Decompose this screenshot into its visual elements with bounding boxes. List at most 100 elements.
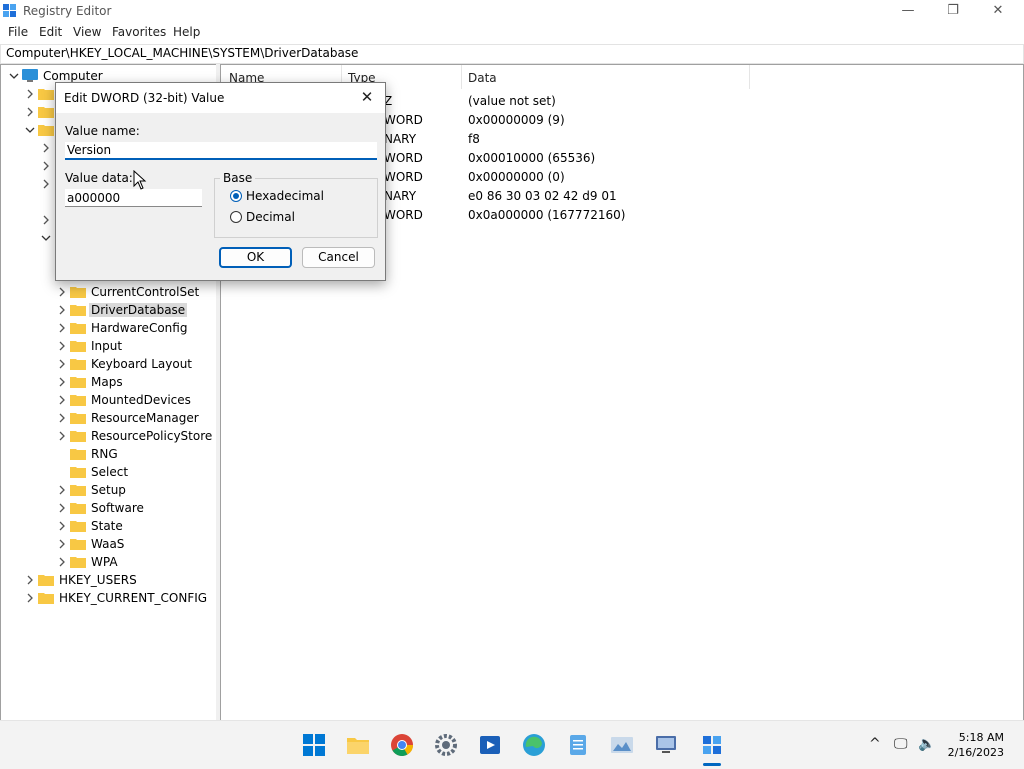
decimal-radio[interactable] <box>230 211 242 223</box>
chevron-right-icon[interactable] <box>57 287 67 297</box>
edge-icon[interactable] <box>522 733 546 757</box>
active-app-indicator <box>703 763 721 766</box>
media-player-icon[interactable] <box>478 733 502 757</box>
column-separator[interactable] <box>461 65 462 89</box>
chevron-right-icon[interactable] <box>57 557 67 567</box>
chevron-right-icon[interactable] <box>41 179 51 189</box>
folder-icon <box>70 377 86 388</box>
tree-item-rng[interactable]: RNG <box>1 445 211 463</box>
remote-desktop-icon[interactable] <box>654 733 678 757</box>
tree-item-currentcontrolset[interactable]: CurrentControlSet <box>1 283 211 301</box>
registry-editor-icon <box>3 4 16 17</box>
tree-item-hkey-current-config[interactable]: HKEY_CURRENT_CONFIG <box>1 589 211 607</box>
tree-item-wpa[interactable]: WPA <box>1 553 211 571</box>
file-explorer-icon[interactable] <box>346 733 370 757</box>
clock-time: 5:18 AM <box>958 731 1004 744</box>
menu-favorites[interactable]: Favorites <box>112 25 166 39</box>
chevron-right-icon[interactable] <box>57 377 67 387</box>
settings-icon[interactable] <box>434 733 458 757</box>
value-data-label: Value data: <box>65 171 133 185</box>
chevron-right-icon[interactable] <box>57 431 67 441</box>
value-data-cell: e0 86 30 03 02 42 d9 01 <box>468 189 617 203</box>
tree-item-driverdatabase[interactable]: DriverDatabase <box>1 301 211 319</box>
chevron-right-icon[interactable] <box>25 593 35 603</box>
hexadecimal-label[interactable]: Hexadecimal <box>246 189 324 203</box>
photos-icon[interactable] <box>610 733 634 757</box>
chevron-right-icon[interactable] <box>41 143 51 153</box>
menu-edit[interactable]: Edit <box>39 25 62 39</box>
chevron-right-icon[interactable] <box>57 341 67 351</box>
dialog-close-button[interactable]: ✕ <box>357 87 377 107</box>
dialog-title-bar[interactable]: Edit DWORD (32-bit) Value ✕ <box>56 83 385 113</box>
decimal-label[interactable]: Decimal <box>246 210 295 224</box>
chevron-right-icon[interactable] <box>57 485 67 495</box>
tree-item-resourcemanager[interactable]: ResourceManager <box>1 409 211 427</box>
value-name-field[interactable] <box>65 142 377 160</box>
tree-item-software[interactable]: Software <box>1 499 211 517</box>
menu-file[interactable]: File <box>8 25 28 39</box>
chevron-down-icon[interactable] <box>25 125 35 135</box>
chevron-right-icon[interactable] <box>25 89 35 99</box>
chevron-right-icon[interactable] <box>57 539 67 549</box>
title-bar: Registry Editor — ❐ ✕ <box>0 0 1024 22</box>
show-hidden-icons-chevron-icon[interactable]: ^ <box>869 736 881 752</box>
folder-icon <box>38 89 54 100</box>
clock[interactable]: 5:18 AM 2/16/2023 <box>948 730 1004 760</box>
tree-item-select[interactable]: Select <box>1 463 211 481</box>
chevron-right-icon[interactable] <box>25 107 35 117</box>
folder-icon <box>70 467 86 478</box>
close-button[interactable]: ✕ <box>983 2 1013 20</box>
chevron-right-icon[interactable] <box>57 521 67 531</box>
network-icon[interactable]: 🖵 <box>894 736 908 752</box>
value-data-cell: (value not set) <box>468 94 556 108</box>
chevron-right-icon[interactable] <box>57 359 67 369</box>
folder-icon <box>70 539 86 550</box>
value-type-cell: NARY <box>384 132 417 146</box>
mouse-cursor-icon <box>133 170 147 190</box>
address-bar[interactable]: Computer\HKEY_LOCAL_MACHINE\SYSTEM\Drive… <box>0 44 1024 64</box>
start-icon[interactable] <box>302 733 326 757</box>
menu-help[interactable]: Help <box>173 25 200 39</box>
tree-item-resourcepolicystore[interactable]: ResourcePolicyStore <box>1 427 212 445</box>
tree-item-waas[interactable]: WaaS <box>1 535 211 553</box>
tree-item-hkey-users[interactable]: HKEY_USERS <box>1 571 211 589</box>
notepad-icon[interactable] <box>566 733 590 757</box>
tree-item-mounteddevices[interactable]: MountedDevices <box>1 391 211 409</box>
tree-label: Keyboard Layout <box>91 357 193 371</box>
chevron-right-icon[interactable] <box>25 575 35 585</box>
folder-icon <box>70 413 86 424</box>
menu-view[interactable]: View <box>73 25 101 39</box>
chevron-right-icon[interactable] <box>57 323 67 333</box>
chevron-right-icon[interactable] <box>41 161 51 171</box>
value-data-field[interactable] <box>65 189 202 207</box>
tree-item-setup[interactable]: Setup <box>1 481 211 499</box>
column-header-data[interactable]: Data <box>468 71 497 85</box>
tree-item-maps[interactable]: Maps <box>1 373 211 391</box>
column-separator[interactable] <box>749 65 750 89</box>
tree-label: HardwareConfig <box>91 321 188 335</box>
chevron-down-icon[interactable] <box>9 71 19 81</box>
chrome-icon[interactable] <box>390 733 414 757</box>
folder-icon <box>70 341 86 352</box>
minimize-button[interactable]: — <box>893 2 923 20</box>
restore-button[interactable]: ❐ <box>938 2 968 20</box>
cancel-button[interactable]: Cancel <box>302 247 375 268</box>
chevron-down-icon[interactable] <box>41 233 51 243</box>
tree-item-hardwareconfig[interactable]: HardwareConfig <box>1 319 211 337</box>
chevron-right-icon[interactable] <box>57 305 67 315</box>
tree-item-state[interactable]: State <box>1 517 211 535</box>
volume-icon[interactable]: 🔈 <box>918 736 935 752</box>
tree-item-keyboard-layout[interactable]: Keyboard Layout <box>1 355 211 373</box>
folder-icon <box>70 485 86 496</box>
edit-dword-dialog: Edit DWORD (32-bit) Value ✕ Value name: … <box>55 82 386 281</box>
chevron-right-icon[interactable] <box>57 503 67 513</box>
ok-button[interactable]: OK <box>219 247 292 268</box>
hexadecimal-radio[interactable] <box>230 190 242 202</box>
dialog-title: Edit DWORD (32-bit) Value <box>64 91 225 105</box>
tree-item-input[interactable]: Input <box>1 337 211 355</box>
chevron-right-icon[interactable] <box>57 413 67 423</box>
registry-editor-icon[interactable] <box>700 733 724 757</box>
chevron-right-icon[interactable] <box>41 215 51 225</box>
chevron-right-icon[interactable] <box>57 395 67 405</box>
tree-label: Setup <box>91 483 126 497</box>
